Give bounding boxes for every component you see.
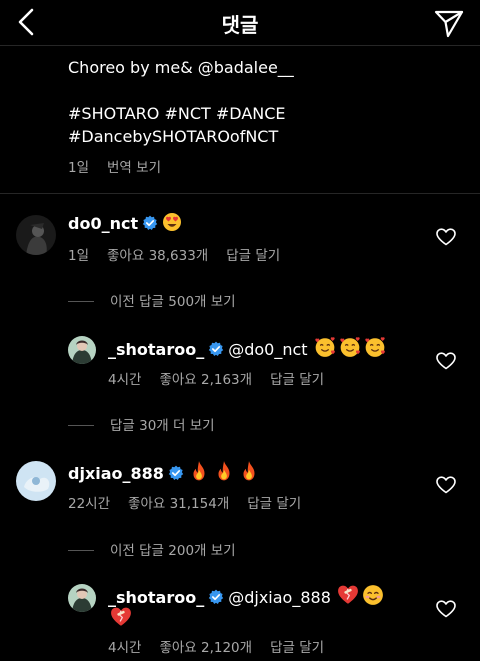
avatar[interactable] — [16, 461, 56, 501]
verified-badge-icon — [142, 215, 159, 231]
fire-emoji-icon — [193, 461, 205, 481]
comment-username[interactable]: djxiao_888 — [68, 464, 164, 483]
replies-dash — [68, 301, 94, 302]
view-replies-button[interactable]: 이전 답글 500개 보기 — [68, 290, 236, 310]
verified-badge-icon — [208, 341, 225, 357]
reply-button[interactable]: 답글 달기 — [270, 368, 324, 388]
reply-username[interactable]: _shotaroo_ — [108, 340, 204, 359]
view-replies-label: 답글 30개 더 보기 — [110, 418, 215, 434]
reply-time: 4시간 — [108, 640, 142, 656]
heart-icon[interactable] — [436, 352, 456, 370]
page-title: 댓글 — [221, 13, 259, 37]
comment-likes[interactable]: 좋아요 31,154개 — [128, 492, 229, 512]
reply-line: _shotaroo_ @do0_nct — [108, 336, 389, 359]
reply-button[interactable]: 답글 달기 — [270, 636, 324, 656]
view-replies-button[interactable]: 이전 답글 200개 보기 — [68, 539, 236, 559]
top-bar: 댓글 — [0, 0, 480, 46]
reply-meta: 4시간 좋아요 2,120개 답글 달기 — [108, 636, 324, 656]
smiling-hearts-emoji-icon — [339, 336, 361, 358]
reply-time: 4시간 — [108, 372, 142, 388]
avatar[interactable] — [68, 584, 96, 612]
heart-icon[interactable] — [436, 228, 456, 246]
smiling-hearts-emoji-icon — [364, 336, 386, 358]
heart-icon[interactable] — [436, 600, 456, 618]
comment-time: 22시간 — [68, 496, 111, 512]
reply-username[interactable]: _shotaroo_ — [108, 588, 204, 607]
heart-icon[interactable] — [436, 476, 456, 494]
caption-line: Choreo by me& @badalee__ — [68, 58, 294, 77]
fire-emoji-icon — [218, 461, 230, 481]
mending-heart-emoji-icon — [337, 584, 359, 605]
fire-emoji-icon — [243, 461, 255, 481]
caption-divider — [0, 193, 480, 194]
comment-meta: 22시간 좋아요 31,154개 답글 달기 — [68, 492, 301, 512]
reply-likes[interactable]: 좋아요 2,163개 — [159, 368, 252, 388]
reply-line: _shotaroo_ @djxiao_888 — [108, 584, 387, 607]
caption-hashtag[interactable]: #DancebySHOTAROofNCT — [68, 125, 468, 148]
verified-badge-icon — [208, 589, 225, 605]
caption-time: 1일 — [68, 160, 90, 176]
comment-line: do0_nct — [68, 212, 185, 233]
avatar[interactable] — [68, 336, 96, 364]
mending-heart-emoji-icon — [110, 606, 132, 627]
post-caption: Choreo by me& @badalee__ #SHOTARO #NCT #… — [68, 56, 468, 148]
view-replies-label: 이전 답글 200개 보기 — [110, 543, 236, 559]
verified-badge-icon — [167, 465, 184, 481]
avatar[interactable] — [16, 215, 56, 255]
reply-likes[interactable]: 좋아요 2,120개 — [159, 636, 252, 656]
caption-meta: 1일 번역 보기 — [68, 156, 161, 176]
smiling-hearts-emoji-icon — [314, 336, 336, 358]
reply-meta: 4시간 좋아요 2,163개 답글 달기 — [108, 368, 324, 388]
heart-eyes-emoji-icon — [163, 213, 182, 231]
comment-line: djxiao_888 — [68, 460, 263, 483]
view-replies-label: 이전 답글 500개 보기 — [110, 294, 236, 310]
view-more-replies-button[interactable]: 답글 30개 더 보기 — [68, 414, 215, 434]
reply-button[interactable]: 답글 달기 — [247, 492, 301, 512]
reply-button[interactable]: 답글 달기 — [226, 244, 280, 264]
comment-likes[interactable]: 좋아요 38,633개 — [107, 244, 208, 264]
reply-mention[interactable]: @do0_nct — [228, 340, 307, 359]
replies-dash — [68, 425, 94, 426]
comment-meta: 1일 좋아요 38,633개 답글 달기 — [68, 244, 280, 264]
reply-mention[interactable]: @djxiao_888 — [228, 588, 331, 607]
send-icon[interactable] — [432, 6, 466, 40]
translate-link[interactable]: 번역 보기 — [107, 160, 161, 176]
comment-time: 1일 — [68, 248, 90, 264]
caption-hashtags[interactable]: #SHOTARO #NCT #DANCE — [68, 102, 468, 125]
comment-username[interactable]: do0_nct — [68, 214, 138, 233]
smiling-face-emoji-icon — [362, 584, 384, 606]
replies-dash — [68, 550, 94, 551]
